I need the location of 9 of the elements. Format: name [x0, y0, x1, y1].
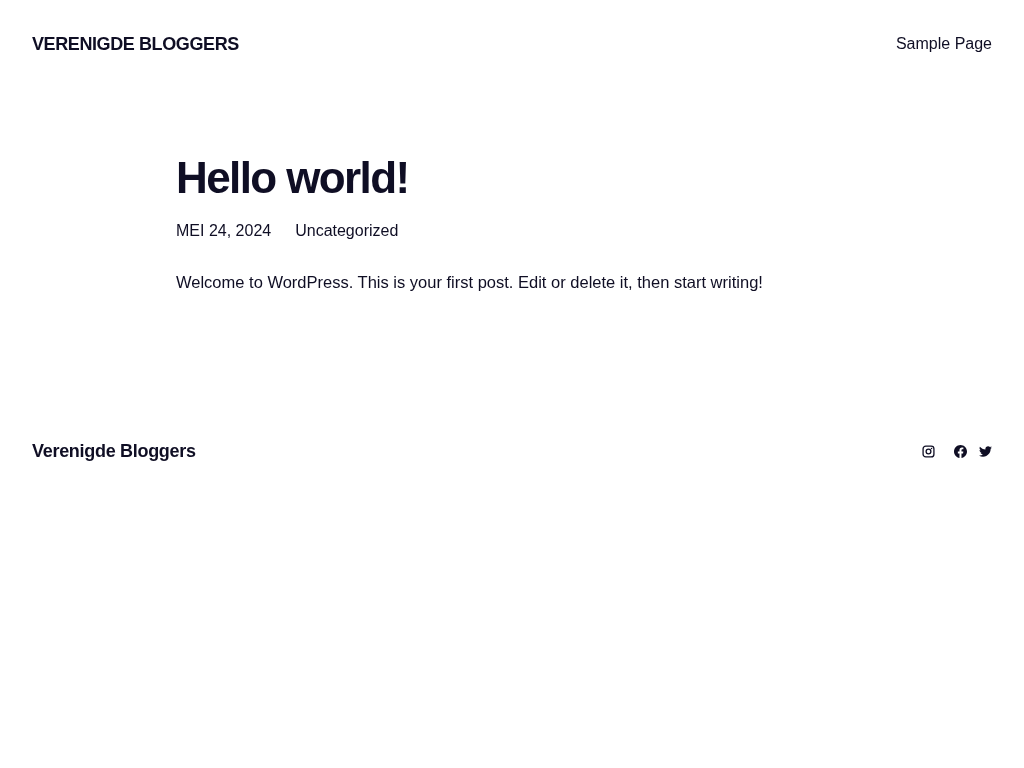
post-title: Hello world! [176, 154, 410, 202]
camera-icon[interactable] [921, 444, 935, 458]
footer-site-title-link[interactable]: Verenigde Bloggers [32, 440, 196, 462]
category-link[interactable]: Uncategorized [295, 219, 399, 243]
post-date: MEI 24, 2024 [176, 221, 272, 241]
nav-link[interactable]: Sample Page [895, 35, 992, 53]
site-title-link[interactable]: VERENIGDE BLOGGERS [32, 33, 239, 55]
post-body: Welcome to WordPress. This is your first post. Edit or delete it, then start writing! [176, 272, 764, 293]
bird-icon[interactable] [979, 444, 992, 458]
